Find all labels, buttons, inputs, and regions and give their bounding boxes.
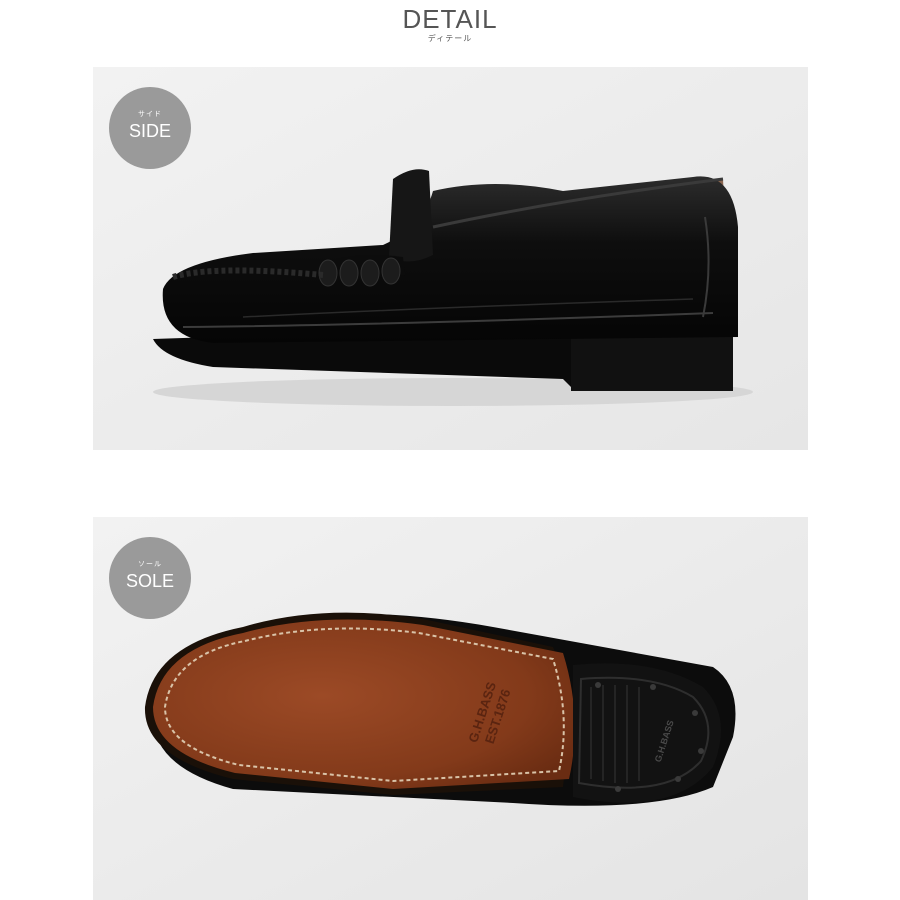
side-shoe-image — [93, 67, 808, 450]
sole-view-photo: G.H.BASS EST.1876 G.H.BASS ソール SOLE — [93, 517, 808, 900]
side-badge-label: SIDE — [128, 121, 171, 141]
sole-badge: ソール SOLE — [109, 537, 191, 619]
detail-page: DETAIL ディテール サイド SIDE G.H.BASS EST.1876 … — [0, 0, 900, 900]
page-subtitle: ディテール — [427, 34, 473, 43]
page-title: DETAIL — [402, 4, 498, 34]
sole-badge-jp-label: ソール — [138, 561, 162, 568]
side-badge: サイド SIDE — [109, 87, 191, 169]
sole-shoe-image: G.H.BASS EST.1876 G.H.BASS — [93, 517, 808, 900]
sole-badge-label: SOLE — [125, 571, 175, 591]
page-header: DETAIL ディテール — [0, 4, 900, 44]
side-view-photo: サイド SIDE — [93, 67, 808, 450]
side-badge-jp-label: サイド — [138, 111, 162, 118]
